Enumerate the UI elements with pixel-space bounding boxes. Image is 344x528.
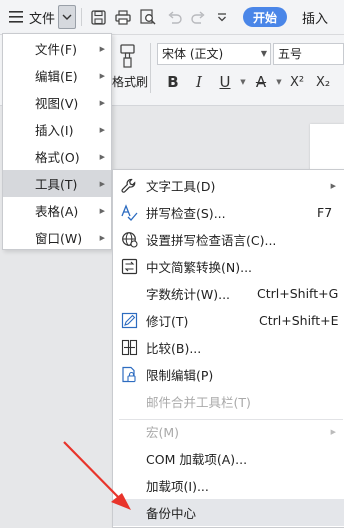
menu-item-tools[interactable]: 工具(T) ▶ — [3, 170, 111, 197]
superscript-button[interactable]: X² — [284, 71, 310, 93]
menu-item-label: 修订(T) — [146, 314, 189, 329]
underline-dropdown-icon[interactable]: ▼ — [238, 71, 248, 93]
track-changes-icon — [120, 312, 138, 330]
menu-item-edit[interactable]: 编辑(E) ▶ — [3, 62, 111, 89]
italic-button[interactable]: I — [186, 71, 212, 93]
menu-item-insert[interactable]: 插入(I) ▶ — [3, 116, 111, 143]
menu-item-addins[interactable]: 加载项(I)... — [113, 472, 344, 499]
compare-icon — [120, 339, 138, 357]
menu-item-mail-merge-toolbar[interactable]: 邮件合并工具栏(T) — [113, 388, 344, 415]
menu-item-label: 文件(F) — [35, 42, 77, 57]
chevron-right-icon: ▶ — [330, 181, 336, 190]
chevron-right-icon: ▶ — [99, 206, 105, 215]
globe-icon — [120, 231, 138, 249]
file-dropdown-toggle[interactable] — [58, 5, 76, 29]
menu-item-chinese-conversion[interactable]: 中文简繁转换(N)... — [113, 253, 344, 280]
bold-button[interactable]: B — [160, 71, 186, 93]
restrict-edit-icon — [120, 366, 138, 384]
spell-check-icon — [120, 203, 138, 222]
menu-item-label: 表格(A) — [35, 204, 79, 219]
tab-start[interactable]: 开始 — [243, 7, 287, 27]
menu-item-label: 格式(O) — [35, 150, 80, 165]
print-icon[interactable] — [113, 7, 133, 27]
menu-item-spell-language[interactable]: 设置拼写检查语言(C)... — [113, 226, 344, 253]
menu-item-label: 视图(V) — [35, 96, 79, 111]
menu-item-label: 中文简繁转换(N)... — [146, 260, 253, 275]
menu-item-restrict-edit[interactable]: 限制编辑(P) — [113, 361, 344, 388]
title-toolbar: 文件 开始 插入 — [0, 0, 344, 35]
file-menu-label: 文件 — [29, 11, 56, 27]
menu-item-label: 设置拼写检查语言(C)... — [146, 233, 277, 248]
font-size-select[interactable]: 五号 — [273, 43, 344, 65]
chevron-right-icon: ▶ — [99, 152, 105, 161]
tab-insert-label: 插入 — [302, 11, 329, 27]
chevron-right-icon: ▶ — [99, 98, 105, 107]
file-menu-button[interactable]: 文件 — [29, 8, 56, 27]
ribbon-divider — [150, 43, 151, 93]
format-painter-icon[interactable] — [112, 43, 142, 69]
chevron-right-icon: ▶ — [99, 179, 105, 188]
menu-item-label: 备份中心 — [146, 506, 197, 521]
tab-insert[interactable]: 插入 — [302, 8, 329, 27]
menu-item-label: 宏(M) — [146, 425, 180, 440]
menu-item-label: 加载项(I)... — [146, 479, 209, 494]
menu-item-compare[interactable]: 比较(B)... — [113, 334, 344, 361]
font-size-value: 五号 — [278, 47, 303, 61]
chevron-right-icon: ▶ — [99, 125, 105, 134]
menu-item-word-count[interactable]: 字数统计(W)... Ctrl+Shift+G — [113, 280, 344, 307]
font-color-dropdown-icon[interactable]: ▼ — [274, 71, 284, 93]
menu-item-view[interactable]: 视图(V) ▶ — [3, 89, 111, 116]
menu-item-backup-center[interactable]: 备份中心 — [113, 499, 344, 526]
chevron-right-icon: ▶ — [99, 44, 105, 53]
menu-item-spell-check[interactable]: 拼写检查(S)... F7 — [113, 199, 344, 226]
shortcut-label: Ctrl+Shift+G — [257, 286, 339, 301]
chevron-down-icon: ▼ — [260, 49, 267, 58]
menu-item-label: 比较(B)... — [146, 341, 202, 356]
format-painter-label: 格式刷 — [112, 74, 149, 89]
tools-submenu: 文字工具(D) ▶ 拼写检查(S)... F7 设置拼写检查语言(C)... 中… — [112, 169, 344, 528]
subscript-button[interactable]: X₂ — [310, 71, 336, 93]
chevron-right-icon: ▶ — [330, 427, 336, 436]
undo-icon[interactable] — [164, 7, 184, 27]
menu-item-format[interactable]: 格式(O) ▶ — [3, 143, 111, 170]
font-name-value: 宋体 (正文) — [162, 47, 224, 61]
menu-item-label: 文字工具(D) — [146, 179, 216, 194]
toolbar-divider — [81, 8, 82, 26]
menu-item-window[interactable]: 窗口(W) ▶ — [3, 224, 111, 251]
font-name-select[interactable]: 宋体 (正文) ▼ — [157, 43, 271, 65]
chevron-down-icon — [62, 14, 72, 20]
hamburger-menu-icon[interactable] — [8, 9, 24, 25]
font-color-button[interactable]: A — [248, 71, 274, 93]
wrench-icon — [120, 177, 138, 195]
menu-item-table[interactable]: 表格(A) ▶ — [3, 197, 111, 224]
menu-item-label: 编辑(E) — [35, 69, 78, 84]
format-painter-button[interactable]: 格式刷 — [112, 73, 148, 89]
chevron-right-icon: ▶ — [99, 233, 105, 242]
menu-item-track-changes[interactable]: 修订(T) Ctrl+Shift+E — [113, 307, 344, 334]
customize-toolbar-icon[interactable] — [214, 9, 230, 25]
menu-item-text-tools[interactable]: 文字工具(D) ▶ — [113, 172, 344, 199]
tab-start-label: 开始 — [252, 10, 277, 25]
shortcut-label: F7 — [317, 205, 333, 220]
menu-item-label: 限制编辑(P) — [146, 368, 214, 383]
menu-item-label: 邮件合并工具栏(T) — [146, 395, 251, 410]
menu-item-label: 拼写检查(S)... — [146, 206, 226, 221]
menu-item-com-addins[interactable]: COM 加载项(A)... — [113, 445, 344, 472]
menu-item-label: 插入(I) — [35, 123, 74, 138]
chevron-right-icon: ▶ — [99, 71, 105, 80]
menu-item-macro[interactable]: 宏(M) ▶ — [113, 418, 344, 445]
menu-item-file[interactable]: 文件(F) ▶ — [3, 35, 111, 62]
print-preview-icon[interactable] — [138, 7, 158, 27]
save-icon[interactable] — [88, 7, 108, 27]
redo-icon[interactable] — [188, 7, 208, 27]
convert-icon — [120, 258, 138, 276]
menu-item-label: 窗口(W) — [35, 231, 83, 246]
menu-item-label: 工具(T) — [35, 177, 78, 192]
underline-button[interactable]: U — [212, 71, 238, 93]
menu-item-label: 字数统计(W)... — [146, 287, 231, 302]
file-menu: 文件(F) ▶ 编辑(E) ▶ 视图(V) ▶ 插入(I) ▶ 格式(O) ▶ … — [2, 33, 112, 250]
shortcut-label: Ctrl+Shift+E — [259, 313, 339, 328]
font-format-row: B I U ▼ A ▼ X² X₂ — [160, 71, 336, 93]
menu-item-label: COM 加载项(A)... — [146, 452, 248, 467]
